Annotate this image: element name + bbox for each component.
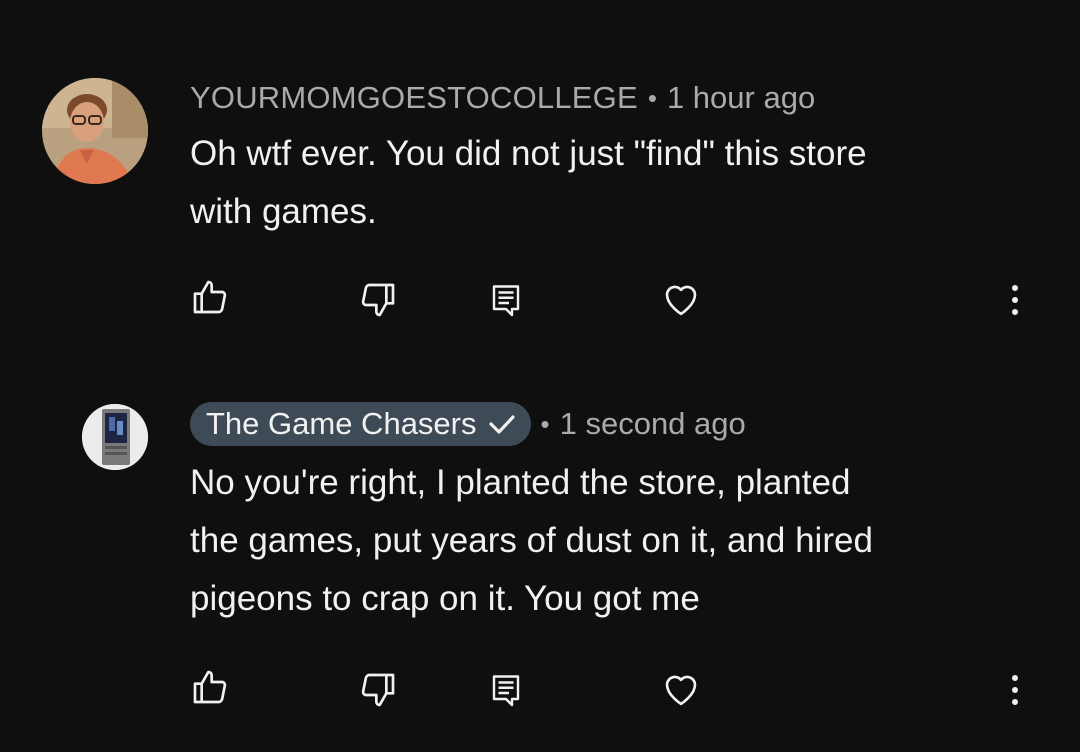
verified-check-icon [487, 412, 517, 436]
meta-separator: • [540, 408, 550, 439]
meta-separator: • [647, 82, 657, 113]
comment-text-line: Oh wtf ever. You did not just "find" thi… [190, 134, 867, 173]
comment-text: No you're right, I planted the store, pl… [190, 454, 1050, 628]
reply-icon [492, 285, 520, 317]
like-button[interactable] [186, 663, 234, 711]
author-name: The Game Chasers [206, 406, 477, 441]
comment-text-line: with games. [190, 192, 377, 231]
reply-icon [492, 675, 520, 707]
commenter-avatar[interactable] [82, 404, 148, 470]
dislike-icon [361, 283, 395, 317]
like-button[interactable] [186, 273, 234, 321]
heart-icon [665, 675, 697, 706]
more-options-button[interactable] [998, 276, 1032, 324]
comment-text-line: pigeons to crap on it. You got me [190, 579, 700, 618]
reply-button[interactable] [482, 666, 530, 714]
more-options-button[interactable] [998, 666, 1032, 714]
comment-meta: The Game Chasers • 1 second ago [190, 402, 746, 446]
comment-text-line: No you're right, I planted the store, pl… [190, 463, 851, 502]
more-icon [1012, 675, 1018, 705]
commenter-avatar[interactable] [42, 78, 148, 184]
comment-text: Oh wtf ever. You did not just "find" thi… [190, 125, 1050, 241]
author-name[interactable]: YOURMOMGOESTOCOLLEGE [190, 80, 638, 116]
reply-button[interactable] [482, 276, 530, 324]
like-icon [193, 670, 227, 704]
comment-timestamp: 1 second ago [559, 406, 746, 441]
comment-2: The Game Chasers • 1 second ago No you'r… [0, 360, 1080, 752]
dislike-button[interactable] [354, 276, 402, 324]
heart-icon [665, 285, 697, 316]
game-cartridge-avatar-icon [82, 404, 148, 470]
comment-1: YOURMOMGOESTOCOLLEGE • 1 hour ago Oh wtf… [0, 0, 1080, 360]
dislike-button[interactable] [354, 666, 402, 714]
comment-text-line: the games, put years of dust on it, and … [190, 521, 873, 560]
heart-button[interactable] [656, 664, 706, 714]
comment-timestamp: 1 hour ago [666, 80, 816, 115]
heart-button[interactable] [656, 274, 706, 324]
more-icon [1012, 285, 1018, 315]
dislike-icon [361, 673, 395, 707]
author-chip[interactable]: The Game Chasers [190, 402, 531, 446]
person-photo-avatar-icon [42, 78, 148, 184]
comment-meta: YOURMOMGOESTOCOLLEGE • 1 hour ago [190, 76, 815, 120]
like-icon [193, 280, 227, 314]
